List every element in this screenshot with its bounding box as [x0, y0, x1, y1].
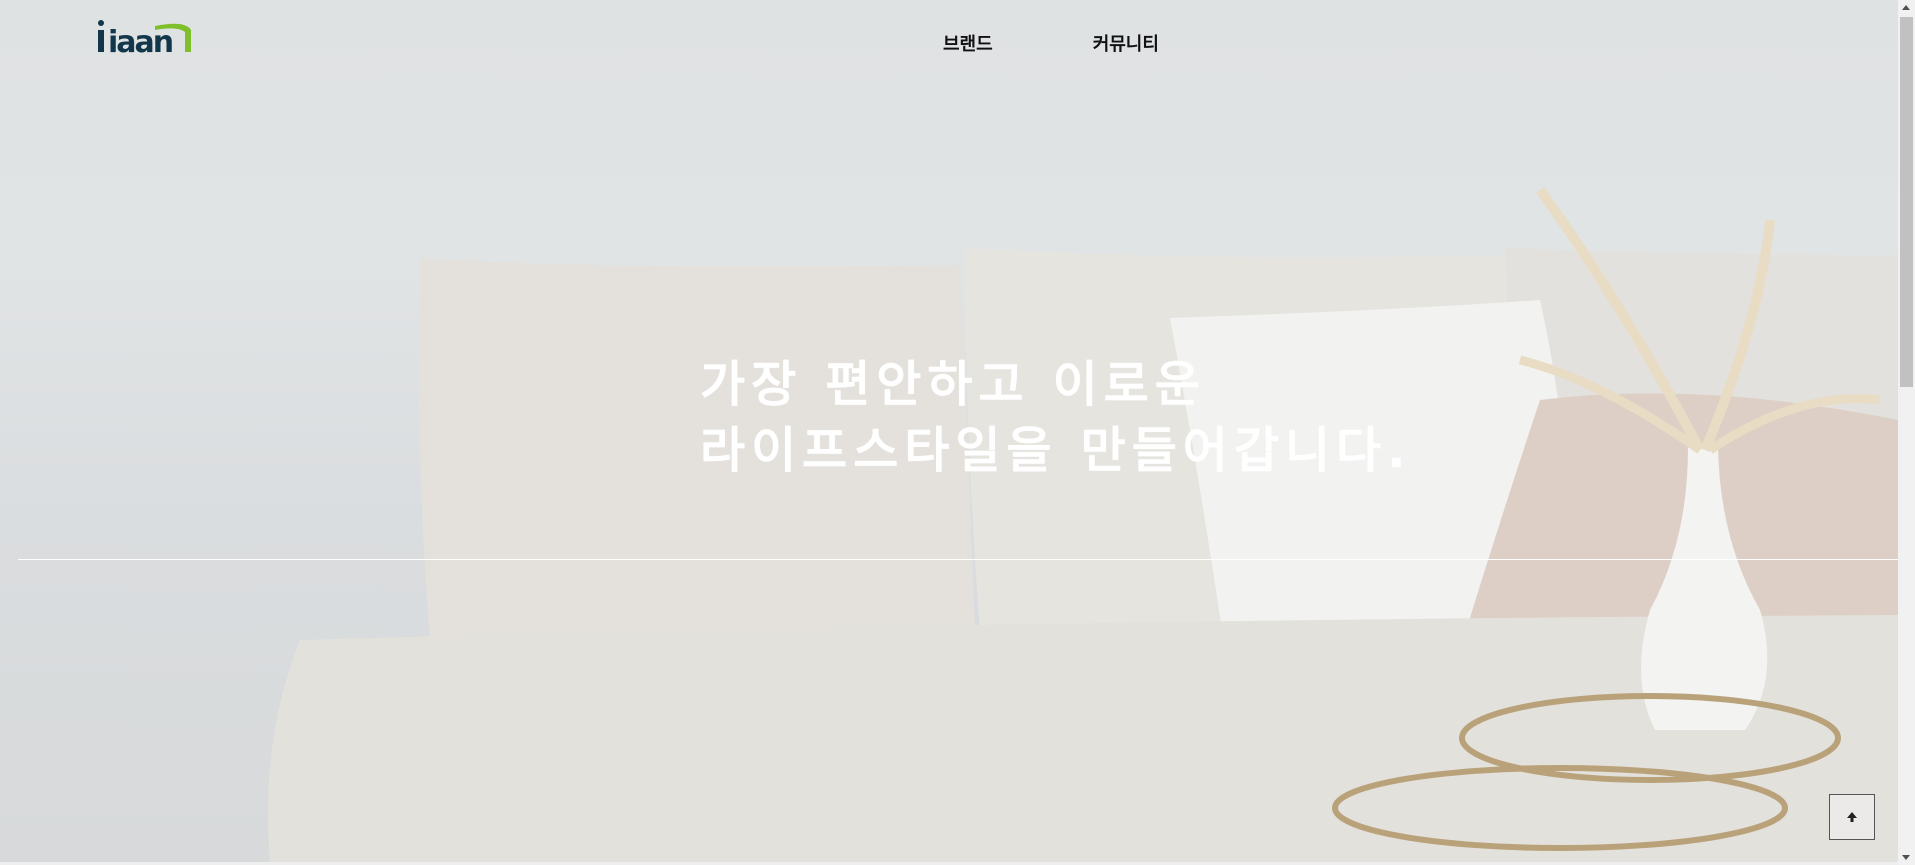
- scroll-down-icon[interactable]: [1902, 855, 1910, 860]
- hero-headline-line-2: 라이프스타일을 만들어갑니다.: [700, 422, 1412, 479]
- iaan-logo[interactable]: iaan: [95, 18, 195, 60]
- vertical-scrollbar[interactable]: [1898, 0, 1915, 865]
- nav-item-community[interactable]: 커뮤니티: [1093, 30, 1159, 56]
- main-nav: 브랜드 커뮤니티: [943, 30, 1159, 56]
- hero-divider: [18, 559, 1898, 560]
- arrow-up-icon: [1847, 812, 1857, 822]
- svg-text:iaan: iaan: [108, 25, 173, 58]
- hero-headline-line-1: 가장 편안하고 이로운: [700, 356, 1206, 413]
- hero-headline: 가장 편안하고 이로운 라이프스타일을 만들어갑니다.: [700, 352, 1412, 484]
- logo-icon: iaan: [98, 20, 191, 60]
- scrollbar-thumb[interactable]: [1900, 17, 1913, 387]
- back-to-top-button[interactable]: [1829, 794, 1875, 840]
- nav-item-brand[interactable]: 브랜드: [943, 30, 993, 56]
- scroll-up-icon[interactable]: [1902, 5, 1910, 10]
- site-header: iaan 브랜드 커뮤니티: [0, 0, 1898, 80]
- page: iaan 브랜드 커뮤니티 가장 편안하고 이로운 라이프스타일을 만들어갑니다…: [0, 0, 1915, 865]
